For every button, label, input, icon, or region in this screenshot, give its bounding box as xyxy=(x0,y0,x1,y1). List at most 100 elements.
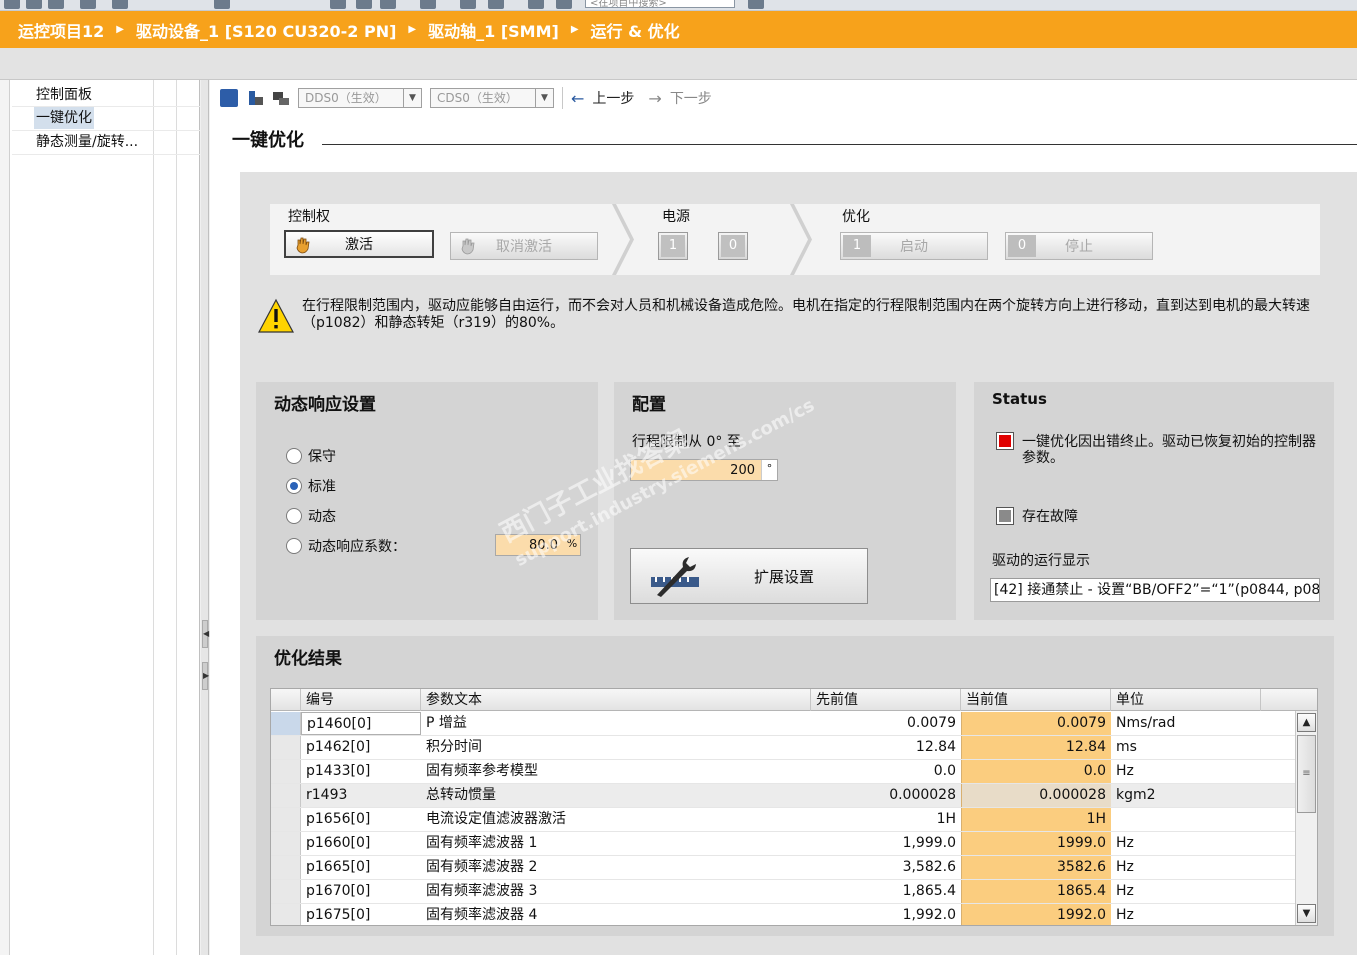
warning-text: 在行程限制范围内，驱动应能够自由运行，而不会对人员和机械设备造成危险。电机在指定… xyxy=(302,298,1310,331)
cell-id: p1665[0] xyxy=(306,859,371,875)
table-row[interactable]: p1460[0] P 增益 0.0079 0.0079 Nms/rad xyxy=(271,712,1295,736)
optimization-title: 优化 xyxy=(842,209,870,225)
split-horizontal-icon[interactable] xyxy=(460,0,476,9)
monitor-icon[interactable] xyxy=(420,0,436,9)
save-to-device-icon[interactable] xyxy=(220,89,238,107)
radio-standard[interactable]: 标准 xyxy=(286,476,336,496)
radio-dynamic-factor-label: 动态响应系数： xyxy=(308,539,406,555)
save-project-icon[interactable] xyxy=(48,0,64,9)
power-title: 电源 xyxy=(662,209,690,225)
cell-unit: ms xyxy=(1116,739,1137,755)
expand-right-icon[interactable]: ▶ xyxy=(202,662,209,690)
copy-ram-rom-icon[interactable] xyxy=(272,89,290,107)
row-header[interactable] xyxy=(271,832,301,855)
breadcrumb-project[interactable]: 运控项目12 xyxy=(18,18,104,42)
radio-conservative[interactable]: 保守 xyxy=(286,446,336,466)
table-row[interactable]: p1670[0] 固有频率滤波器 3 1,865.4 1865.4 Hz xyxy=(271,880,1295,904)
start-button[interactable]: 1 启动 xyxy=(840,232,988,260)
nav-item-control-panel[interactable]: 控制面板 xyxy=(34,84,94,106)
activate-button[interactable]: 激活 xyxy=(284,230,434,258)
row-header[interactable] xyxy=(271,712,301,735)
row-header[interactable] xyxy=(271,880,301,903)
breadcrumb-drive-device[interactable]: 驱动设备_1 [S120 CU320-2 PN] xyxy=(136,18,396,42)
travel-limit-input[interactable]: 200 ° xyxy=(630,459,778,481)
row-header[interactable] xyxy=(271,736,301,759)
stop-button[interactable]: 0 停止 xyxy=(1005,232,1153,260)
grid-line xyxy=(12,154,200,155)
table-row[interactable]: p1665[0] 固有频率滤波器 2 3,582.6 3582.6 Hz xyxy=(271,856,1295,880)
splitter[interactable]: ◀ ▶ xyxy=(201,80,209,955)
editor-area: DDS0（生效） ▼ CDS0（生效） ▼ ← 上一步 → 下一步 一键优化 控… xyxy=(210,80,1357,955)
split-vertical-icon[interactable] xyxy=(488,0,504,9)
print-icon[interactable] xyxy=(80,0,96,9)
radio-dynamic-factor[interactable]: 动态响应系数： xyxy=(286,536,406,556)
drive-axis-icon[interactable] xyxy=(246,89,264,107)
dynamic-factor-input[interactable]: 80.0 % xyxy=(495,534,581,556)
nav-item-stationary-rotating-measurement[interactable]: 静态测量/旋转... xyxy=(34,131,140,153)
close-all-icon[interactable] xyxy=(528,0,544,9)
cell-id: p1462[0] xyxy=(306,739,371,755)
breadcrumb-commissioning[interactable]: 运行 & 优化 xyxy=(591,18,680,42)
download-icon[interactable] xyxy=(356,0,372,9)
table-row[interactable]: p1656[0] 电流设定值滤波器激活 1H 1H xyxy=(271,808,1295,832)
table-row[interactable]: r1493 总转动惯量 0.000028 0.000028 kgm2 xyxy=(271,784,1295,808)
column-header-prev[interactable]: 先前值 xyxy=(811,689,961,711)
project-search-input[interactable]: <在项目中搜索> xyxy=(585,0,735,9)
row-header[interactable] xyxy=(271,784,301,807)
cut-icon[interactable] xyxy=(112,0,128,9)
new-project-icon[interactable] xyxy=(4,0,20,9)
compile-icon[interactable] xyxy=(330,0,346,9)
cell-cur: 1999.0 xyxy=(961,832,1111,855)
radio-dynamic[interactable]: 动态 xyxy=(286,506,336,526)
table-row[interactable]: p1433[0] 固有频率参考模型 0.0 0.0 Hz xyxy=(271,760,1295,784)
table-row[interactable]: p1462[0] 积分时间 12.84 12.84 ms xyxy=(271,736,1295,760)
deactivate-button[interactable]: 取消激活 xyxy=(450,232,598,260)
table-row[interactable]: p1660[0] 固有频率滤波器 1 1,999.0 1999.0 Hz xyxy=(271,832,1295,856)
chevron-down-icon[interactable]: ▼ xyxy=(535,89,553,107)
column-header-text[interactable]: 参数文本 xyxy=(421,689,811,711)
upload-icon[interactable] xyxy=(380,0,396,9)
extended-settings-button[interactable]: 扩展设置 xyxy=(630,548,868,604)
table-row[interactable]: p1675[0] 固有频率滤波器 4 1,992.0 1992.0 Hz xyxy=(271,904,1295,925)
row-header[interactable] xyxy=(271,904,301,925)
row-header[interactable] xyxy=(271,856,301,879)
breadcrumb-drive-axis[interactable]: 驱动轴_1 [SMM] xyxy=(428,18,559,42)
radio-dynamic-factor-circle[interactable] xyxy=(286,538,302,554)
hand-off-icon xyxy=(461,238,475,255)
cell-cur: 1865.4 xyxy=(961,880,1111,903)
cds-select[interactable]: CDS0（生效） ▼ xyxy=(430,88,554,108)
cell-unit: Hz xyxy=(1116,883,1134,899)
dds-select-value: DDS0（生效） xyxy=(305,91,387,105)
cell-id: p1660[0] xyxy=(306,835,371,851)
scroll-up-icon[interactable]: ▲ xyxy=(1297,713,1316,732)
dds-select[interactable]: DDS0（生效） ▼ xyxy=(298,88,422,108)
results-title: 优化结果 xyxy=(274,649,342,669)
row-header[interactable] xyxy=(271,760,301,783)
table-scrollbar[interactable]: ▲ ≡ ▼ xyxy=(1295,711,1317,925)
column-header-unit[interactable]: 单位 xyxy=(1111,689,1261,711)
scroll-thumb[interactable]: ≡ xyxy=(1297,735,1316,813)
collapse-left-icon[interactable]: ◀ xyxy=(202,620,209,648)
cell-unit xyxy=(1111,808,1261,831)
scroll-down-icon[interactable]: ▼ xyxy=(1297,904,1316,923)
radio-dynamic-label: 动态 xyxy=(308,509,336,525)
power-off-button[interactable]: 0 xyxy=(718,232,748,260)
radio-conservative-circle[interactable] xyxy=(286,448,302,464)
open-project-icon[interactable] xyxy=(26,0,42,9)
cell-cur: 1992.0 xyxy=(961,904,1111,925)
search-icon[interactable] xyxy=(748,0,764,9)
row-header[interactable] xyxy=(271,808,301,831)
power-on-button[interactable]: 1 xyxy=(658,232,688,260)
close-editor-icon[interactable] xyxy=(556,0,572,9)
next-button[interactable]: → 下一步 xyxy=(648,88,711,108)
breadcrumb-separator-icon: ▶ xyxy=(116,24,124,35)
nav-item-one-button-tuning[interactable]: 一键优化 xyxy=(34,107,94,129)
column-header-cur[interactable]: 当前值 xyxy=(961,689,1111,711)
chevron-down-icon[interactable]: ▼ xyxy=(403,89,421,107)
start-label: 启动 xyxy=(900,239,928,255)
back-button[interactable]: ← 上一步 xyxy=(571,88,634,108)
column-header-id[interactable]: 编号 xyxy=(301,689,421,711)
go-online-icon[interactable] xyxy=(214,0,230,9)
radio-dynamic-circle[interactable] xyxy=(286,508,302,524)
radio-standard-circle[interactable] xyxy=(286,478,302,494)
